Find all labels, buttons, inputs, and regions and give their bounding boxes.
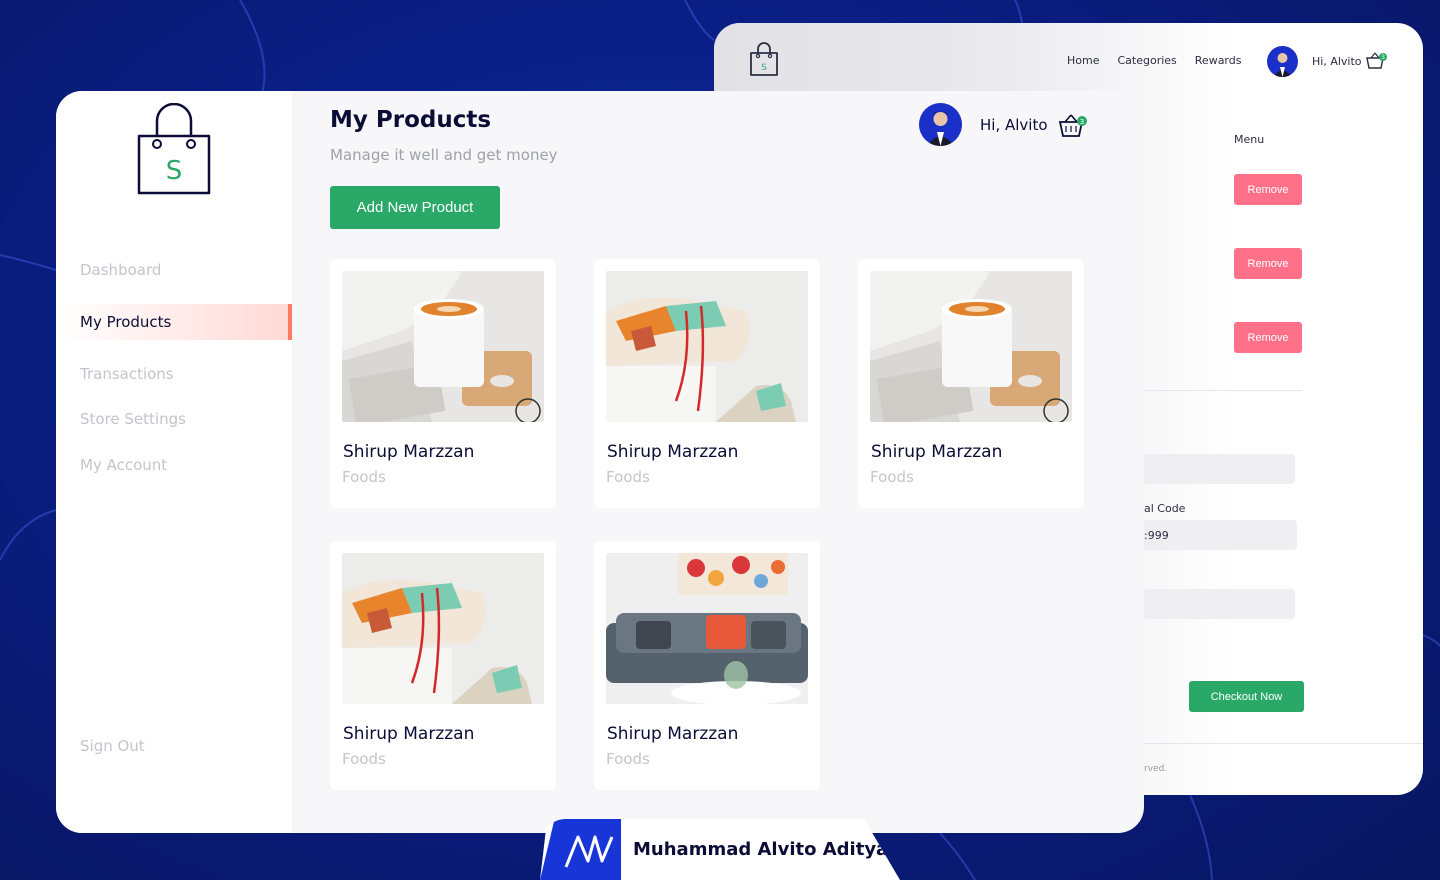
product-card[interactable]: Shirup Marzzan Foods (330, 541, 556, 790)
menu-column-header: Menu (1234, 133, 1265, 146)
cart-icon[interactable]: 3 (1366, 52, 1388, 70)
product-category: Foods (606, 750, 650, 768)
avatar[interactable] (1267, 46, 1298, 77)
svg-text:3: 3 (1080, 118, 1084, 126)
product-name: Shirup Marzzan (343, 724, 475, 744)
remove-button[interactable]: Remove (1234, 174, 1302, 205)
svg-text:S: S (761, 63, 767, 73)
product-card[interactable]: Shirup Marzzan Foods (594, 541, 820, 790)
product-card[interactable]: Shirup Marzzan Foods (594, 259, 820, 508)
sneaker-image (342, 553, 544, 704)
svg-text:S: S (166, 156, 183, 186)
product-card[interactable]: Shirup Marzzan Foods (858, 259, 1084, 508)
country-field[interactable] (1135, 589, 1295, 619)
author-name: Muhammad Alvito Aditya (633, 839, 889, 860)
divider (1134, 390, 1302, 391)
coffee-cup-image (342, 271, 544, 422)
product-category: Foods (342, 468, 386, 486)
cart-icon[interactable]: 3 (1058, 112, 1088, 138)
shop-bag-icon: S (750, 42, 778, 76)
product-name: Shirup Marzzan (343, 442, 475, 462)
remove-button[interactable]: Remove (1234, 322, 1302, 353)
add-new-product-button[interactable]: Add New Product (330, 186, 500, 229)
coffee-cup-image (870, 271, 1072, 422)
author-badge: Muhammad Alvito Aditya (540, 819, 900, 880)
active-indicator (288, 304, 292, 340)
address-field[interactable] (1135, 454, 1295, 484)
page-title: My Products (330, 107, 492, 133)
products-dashboard-window: S Dashboard My Products Transactions Sto… (56, 91, 1144, 833)
svg-text:3: 3 (1381, 54, 1385, 61)
page-subtitle: Manage it well and get money (330, 146, 558, 164)
nav-rewards-link[interactable]: Rewards (1195, 54, 1242, 67)
copyright-text: rved. (1144, 764, 1168, 774)
product-category: Foods (606, 468, 650, 486)
sidebar-item-transactions[interactable]: Transactions (80, 365, 174, 383)
sidebar-item-label: My Products (80, 313, 172, 331)
footer-divider (1114, 743, 1423, 744)
user-greeting: Hi, Alvito (980, 116, 1048, 134)
product-category: Foods (342, 750, 386, 768)
postal-code-value: :999 (1144, 529, 1169, 542)
sign-out-link[interactable]: Sign Out (80, 737, 145, 755)
avatar[interactable] (919, 103, 962, 146)
product-name: Shirup Marzzan (607, 442, 739, 462)
product-category: Foods (870, 468, 914, 486)
sidebar-item-my-account[interactable]: My Account (80, 456, 167, 474)
postal-code-label: al Code (1144, 502, 1186, 515)
product-card[interactable]: Shirup Marzzan Foods (330, 259, 556, 508)
shop-bag-logo-icon: S (137, 103, 211, 195)
sidebar-item-dashboard[interactable]: Dashboard (80, 261, 161, 279)
product-name: Shirup Marzzan (607, 724, 739, 744)
sneaker-image (606, 271, 808, 422)
remove-button[interactable]: Remove (1234, 248, 1302, 279)
nav-home-link[interactable]: Home (1067, 54, 1099, 67)
author-logo-icon (540, 819, 621, 880)
sidebar: S Dashboard My Products Transactions Sto… (56, 91, 292, 833)
nav-categories-link[interactable]: Categories (1117, 54, 1176, 67)
sidebar-item-my-products[interactable]: My Products (56, 304, 292, 340)
sofa-image (606, 553, 808, 704)
user-greeting: Hi, Alvito (1312, 55, 1362, 68)
checkout-button[interactable]: Checkout Now (1189, 681, 1304, 712)
product-name: Shirup Marzzan (871, 442, 1003, 462)
sidebar-item-store-settings[interactable]: Store Settings (80, 410, 186, 428)
top-nav: Home Categories Rewards (1067, 54, 1241, 67)
